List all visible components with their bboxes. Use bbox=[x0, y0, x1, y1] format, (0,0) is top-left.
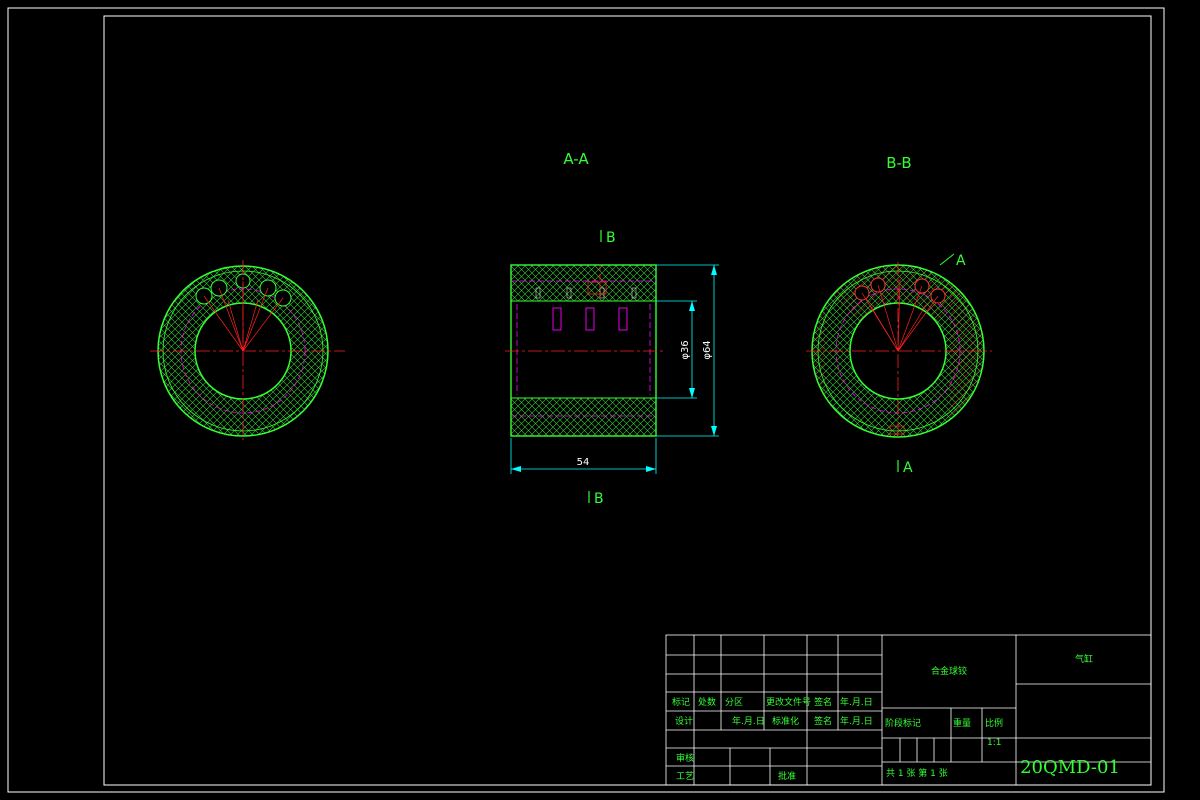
tb-material: 气缸 bbox=[1075, 653, 1093, 665]
slot bbox=[585, 307, 595, 331]
tb-sign-label: 签名 bbox=[814, 696, 832, 708]
tb-drawing-no: 20QMD-01 bbox=[1020, 757, 1120, 778]
cut-label-b-top: B bbox=[606, 230, 616, 246]
tb-mark-label: 标记 bbox=[672, 696, 690, 708]
tb-process-label: 工艺 bbox=[676, 771, 694, 782]
tb-count-label: 处数 bbox=[698, 696, 716, 708]
tb-sign2-label: 签名 bbox=[814, 715, 832, 727]
tb-scale-value: 1:1 bbox=[987, 738, 1001, 748]
section-view-bb bbox=[806, 253, 992, 440]
tb-sheets: 共 1 张 第 1 张 bbox=[886, 767, 948, 779]
tb-approve-label: 批准 bbox=[778, 770, 796, 782]
cut-label-b-bottom: B bbox=[594, 491, 604, 507]
cut-label-a-top: A bbox=[956, 253, 966, 269]
view-title-aa: A-A bbox=[563, 150, 589, 168]
dim-outer-dia: φ64 bbox=[702, 340, 713, 359]
view-title-bb: B-B bbox=[886, 154, 911, 172]
slot bbox=[552, 307, 562, 331]
tb-scale-label: 比例 bbox=[985, 717, 1003, 729]
slot bbox=[618, 307, 628, 331]
section-view-aa: 54 φ36 φ64 bbox=[505, 264, 719, 474]
dim-length: 54 bbox=[577, 457, 590, 468]
cad-drawing: 54 φ36 φ64 A-A B-B B B A A 标记 处数 分区 更改文件… bbox=[7, 7, 1165, 793]
tb-review-label: 审核 bbox=[676, 752, 694, 764]
tb-zone-label: 分区 bbox=[725, 697, 743, 708]
tb-date2-label: 年.月.日 bbox=[840, 715, 873, 727]
tb-part-name: 合金球铰 bbox=[931, 665, 967, 677]
tb-date-label: 年.月.日 bbox=[840, 696, 873, 708]
tb-stage-mark-label: 阶段标记 bbox=[885, 717, 921, 729]
tb-design-label: 设计 bbox=[675, 715, 693, 727]
tb-std-label: 标准化 bbox=[772, 715, 799, 727]
tb-change-doc-label: 更改文件号 bbox=[766, 696, 811, 708]
end-view-left bbox=[150, 260, 345, 440]
tb-weight-label: 重量 bbox=[953, 717, 971, 729]
dim-inner-dia: φ36 bbox=[680, 340, 691, 359]
cut-label-a-bottom: A bbox=[903, 460, 913, 476]
tb-design-date: 年.月.日 bbox=[732, 715, 765, 727]
